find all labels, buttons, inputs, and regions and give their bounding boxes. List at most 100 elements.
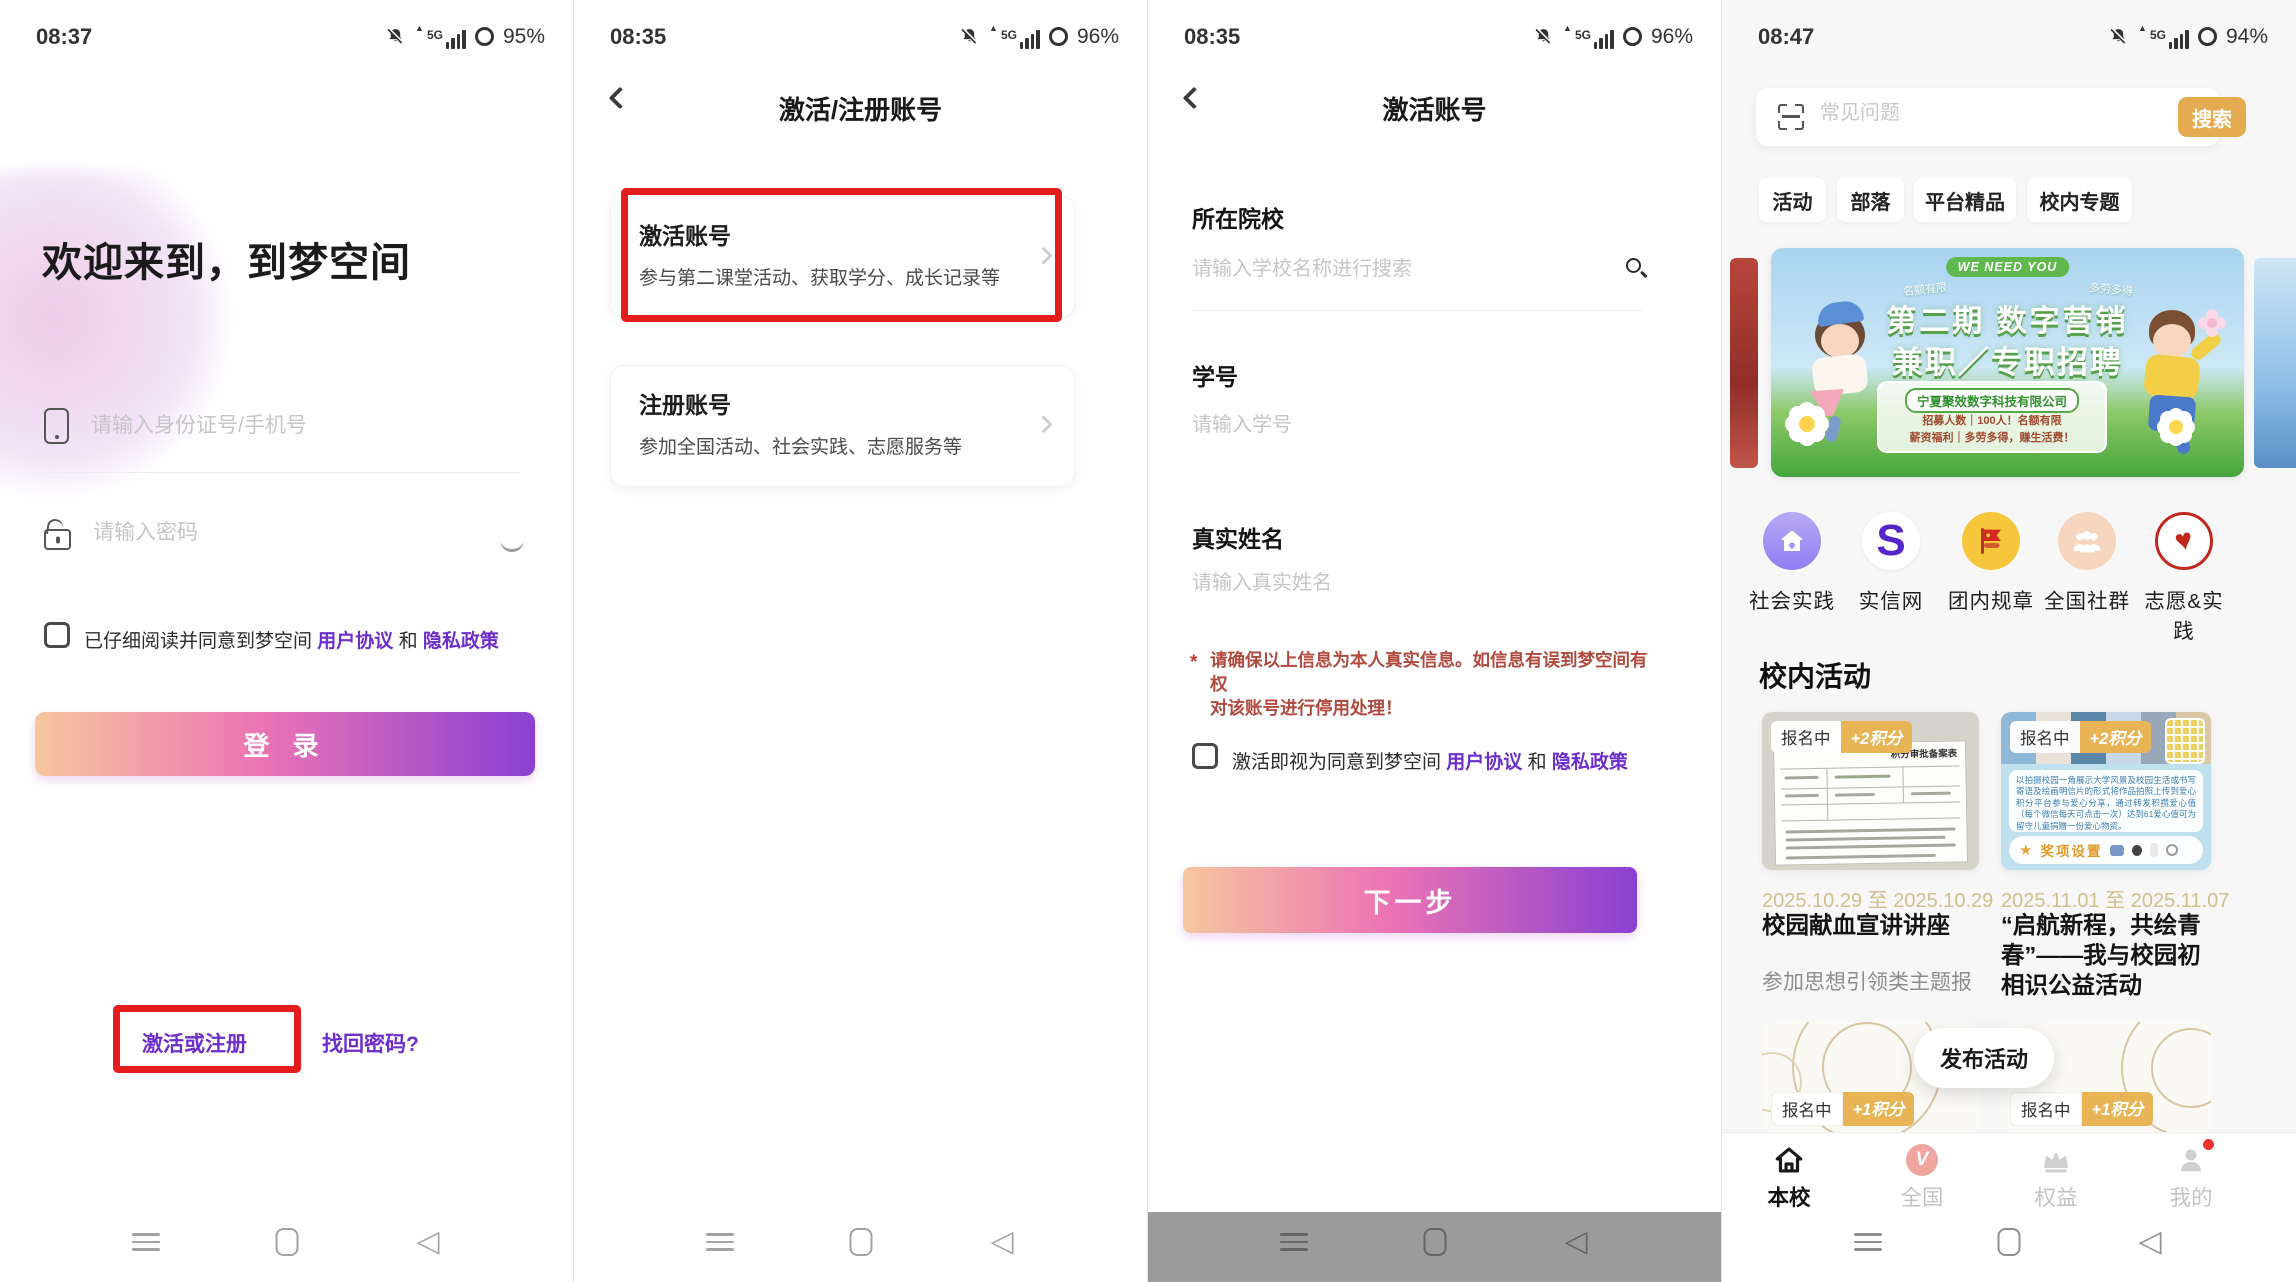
register-account-card[interactable]: 注册账号 参加全国活动、社会实践、志愿服务等 [610, 365, 1075, 487]
real-name-label: 真实姓名 [1192, 520, 1284, 554]
battery-icon [1623, 27, 1642, 46]
home-button[interactable] [1424, 1228, 1447, 1256]
signal-icon: ▲5G [415, 24, 466, 49]
scan-qr-icon[interactable] [1778, 104, 1804, 130]
status-bar: 08:37 ▲5G 95% [0, 0, 573, 56]
quicklink-volunteer-practice[interactable]: ♥ 志愿&实践 [2134, 512, 2234, 644]
android-navbar: ◁ [0, 1210, 573, 1282]
eye-closed-icon[interactable] [500, 540, 524, 552]
activity-title[interactable]: 校园献血宣讲讲座 [1762, 910, 1982, 940]
school-input[interactable] [1192, 258, 1592, 281]
real-name-input[interactable] [1192, 572, 1592, 595]
people-group-icon [2058, 512, 2116, 570]
android-navbar: ◁ [1148, 1210, 1721, 1282]
banner-company: 宁夏聚效数字科技有限公司 [1905, 388, 2079, 413]
daisy-flower [2169, 420, 2183, 434]
login-button[interactable]: 登 录 [35, 712, 535, 776]
search-icon[interactable] [1626, 258, 1641, 273]
password-input[interactable] [93, 521, 423, 545]
activity-date: 2025.11.01 至 2025.11.07 [2001, 884, 2229, 913]
card-title: 激活账号 [639, 217, 731, 251]
activate-or-register-link[interactable]: 激活或注册 [142, 1028, 247, 1058]
home-button[interactable] [1998, 1228, 2021, 1256]
search-button[interactable]: 搜索 [2178, 97, 2246, 137]
student-id-input[interactable] [1192, 414, 1592, 437]
privacy-policy-link[interactable]: 隐私政策 [423, 631, 499, 652]
activity-card[interactable]: 以拍摄校园一角展示大学风景及校园生活或书写寄语及绘画明信片的形式将作品拍照上传到… [2001, 712, 2211, 870]
section-title-campus-activities: 校内活动 [1759, 655, 1871, 695]
person-icon [2146, 1143, 2236, 1177]
required-star: * [1190, 652, 1197, 674]
status-badge: 报名中 [1771, 1092, 1843, 1126]
card-title: 注册账号 [639, 386, 731, 420]
tab-platform-featured[interactable]: 平台精品 [1914, 178, 2016, 222]
recruitment-banner[interactable]: WE NEED YOU 名额有限 多劳多得 第二期 数字营销 兼职／专职招聘 宁… [1771, 248, 2244, 477]
tab-campus-topics[interactable]: 校内专题 [2027, 178, 2132, 222]
school-label: 所在院校 [1192, 200, 1284, 234]
mute-icon [1533, 26, 1554, 47]
points-badge: +1积分 [1843, 1092, 1915, 1126]
tab-activities[interactable]: 活动 [1759, 178, 1826, 222]
chevron-right-icon [1034, 415, 1052, 433]
home-button[interactable] [276, 1228, 299, 1256]
tab-my-school[interactable]: 本校 [1744, 1143, 1834, 1212]
privacy-policy-link[interactable]: 隐私政策 [1552, 752, 1628, 773]
back-button[interactable]: ◁ [2138, 1228, 2161, 1256]
banner-info-line2: 薪资福利｜多劳多得，赚生活费！ [1879, 430, 2105, 447]
page-title: 激活/注册账号 [574, 90, 1147, 127]
tab-tribes[interactable]: 部落 [1837, 178, 1904, 222]
chevron-right-icon [1034, 246, 1052, 264]
home-icon [1744, 1143, 1834, 1177]
quicklink-league-rules[interactable]: 团内规章 [1941, 512, 2041, 614]
mute-icon [959, 26, 980, 47]
activity-title[interactable]: “启航新程，共绘青春”——我与校园初相识公益活动 [2001, 910, 2217, 1000]
tab-national[interactable]: V 全国 [1877, 1143, 1967, 1212]
carousel-next-banner[interactable] [2254, 258, 2296, 468]
home-button[interactable] [850, 1228, 873, 1256]
s-logo-icon: S [1862, 512, 1920, 570]
user-agreement-link[interactable]: 用户协议 [317, 631, 393, 652]
crown-icon [2011, 1143, 2101, 1177]
signal-icon: ▲5G [2138, 24, 2189, 49]
battery-percent: 96% [1077, 25, 1119, 49]
notification-dot [2203, 1139, 2214, 1150]
activity-card[interactable]: 积分审批备案表 报名中+2积分 [1762, 712, 1979, 870]
activate-account-card[interactable]: 激活账号 参与第二课堂活动、获取学分、成长记录等 [610, 196, 1075, 318]
recents-button[interactable] [706, 1228, 734, 1256]
card-desc: 参与第二课堂活动、获取学分、成长记录等 [639, 263, 1000, 290]
account-input[interactable] [91, 414, 421, 438]
recents-button[interactable] [132, 1228, 160, 1256]
signal-icon: ▲5G [1563, 24, 1614, 49]
search-bar[interactable]: 搜索 [1756, 88, 2219, 146]
banner-info-box: 宁夏聚效数字科技有限公司 招募人数｜100人！名额有限 薪资福利｜多劳多得，赚生… [1877, 381, 2107, 453]
clock: 08:47 [1758, 24, 1814, 50]
welcome-title: 欢迎来到，到梦空间 [42, 230, 411, 288]
next-step-button[interactable]: 下一步 [1183, 867, 1637, 933]
account-row [44, 408, 421, 444]
phone-icon [44, 408, 69, 444]
agreement-checkbox[interactable] [1192, 743, 1218, 769]
password-row [44, 516, 423, 550]
tab-mine[interactable]: 我的 [2146, 1143, 2236, 1212]
house-icon [1763, 512, 1821, 570]
battery-icon [1049, 27, 1068, 46]
recents-button[interactable] [1280, 1228, 1308, 1256]
tab-benefits[interactable]: 权益 [2011, 1143, 2101, 1212]
search-input[interactable] [1820, 102, 2150, 125]
forgot-password-link[interactable]: 找回密码? [322, 1028, 419, 1058]
points-badge: +2积分 [1841, 721, 1913, 753]
recents-button[interactable] [1854, 1228, 1882, 1256]
activity-date: 2025.10.29 至 2025.10.29 [1762, 884, 1993, 913]
quicklink-national-community[interactable]: 全国社群 [2037, 512, 2137, 614]
carousel-prev-banner[interactable] [1730, 258, 1758, 468]
status-badge: 报名中 [2010, 721, 2080, 753]
agreement-text: 已仔细阅读并同意到梦空间 用户协议 和 隐私政策 [84, 626, 499, 653]
agreement-checkbox[interactable] [44, 622, 70, 648]
quicklink-social-practice[interactable]: 社会实践 [1742, 512, 1842, 614]
publish-activity-button[interactable]: 发布活动 [1914, 1028, 2054, 1088]
user-agreement-link[interactable]: 用户协议 [1446, 752, 1522, 773]
back-button[interactable]: ◁ [990, 1228, 1013, 1256]
back-button[interactable]: ◁ [1564, 1228, 1587, 1256]
back-button[interactable]: ◁ [416, 1228, 439, 1256]
quicklink-shixin-site[interactable]: S 实信网 [1841, 512, 1941, 614]
